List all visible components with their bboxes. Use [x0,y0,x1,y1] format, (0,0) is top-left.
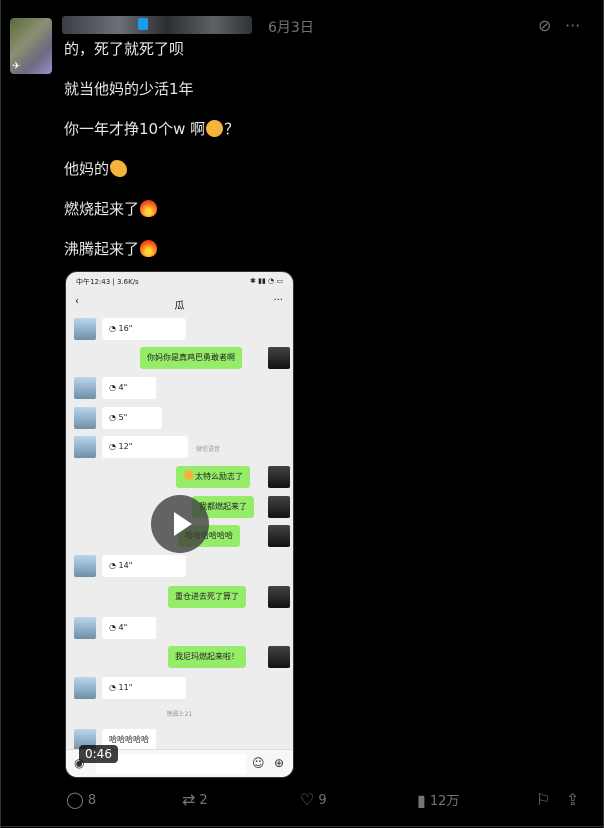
chat-timestamp: 晚晨3:21 [166,711,193,718]
post-line-6: 沸腾起来了 [64,238,158,259]
voice-message: ◔ 16" [102,318,186,340]
divider [0,826,604,827]
post-line-2: 就当他妈的少活1年 [64,80,194,98]
more-icon[interactable]: ··· [565,16,580,35]
action-bar: ◯ 8 ⇄ 2 ♡ 9 ▮ 12万 ⚐ ⇪ [0,790,604,814]
voice-note: 微信语音 [196,446,221,453]
plus-icon: ⊕ [274,756,285,770]
chat-header: ‹ 瓜 ··· [66,292,293,314]
chat-avatar [74,377,96,399]
emoji-button-icon: ☺ [252,756,265,770]
author-name-blurred[interactable] [62,16,252,34]
chat-avatar [268,466,290,488]
post-date[interactable]: 6月3日 [268,17,314,37]
voice-message: ◔ 11" [102,677,186,699]
emoji-icon [184,470,194,480]
video-duration: 0:46 [79,745,118,763]
voice-message: ◔ 12" [102,436,188,458]
share-button[interactable]: ⇪ [566,790,583,809]
chat-avatar [268,586,290,608]
reply-icon: ◯ [66,790,84,809]
chat-avatar [268,347,290,369]
chat-avatar [74,407,96,429]
chat-avatar [268,496,290,518]
chat-message: 你妈你是真鸡巴勇敢者啊 [140,347,242,369]
like-icon: ♡ [300,790,315,809]
chat-input-field [96,754,246,774]
phone-status-bar: 中午12:43 | 3.6K/s ✱ ▮▮ ◔ ▭ [76,277,283,286]
fire-icon [140,240,158,257]
post-line-5: 燃烧起来了 [64,198,158,219]
reply-button[interactable]: ◯ 8 [66,790,96,809]
chat-avatar [74,436,96,458]
grok-icon[interactable]: ⊘ [538,16,551,35]
like-button[interactable]: ♡ 9 [300,790,327,809]
views-icon: ▮ [417,791,426,810]
phone-status-icons: ✱ ▮▮ ◔ ▭ [250,277,283,285]
chat-avatar [74,318,96,340]
flexed-biceps-icon [110,160,128,177]
voice-message: ◔ 4" [102,617,156,639]
chat-avatar [74,555,96,577]
voice-message: ◔ 14" [102,555,186,577]
avatar-badge-icon: ✈ [12,61,21,72]
chat-avatar [268,646,290,668]
share-icon: ⇪ [566,790,580,809]
chat-title: 瓜 [174,301,185,312]
post-line-3: 你一年才挣10个w 啊？ [64,120,240,138]
voice-message: ◔ 4" [102,377,156,399]
post-line-1: 的，死了就死了呗 [64,40,185,58]
play-button[interactable] [151,495,209,553]
views-button[interactable]: ▮ 12万 [417,790,459,810]
avatar[interactable]: ✈ [10,18,52,74]
chat-more-icon: ··· [273,295,283,306]
chat-avatar [74,677,96,699]
bookmark-button[interactable]: ⚐ [536,790,554,809]
voice-message: ◔ 5" [102,407,162,429]
thinking-face-icon [206,120,224,137]
verified-icon [138,18,148,30]
chat-message: 我尼玛燃起来啦！ [168,646,246,668]
post-line-4: 他妈的 [64,158,128,179]
chat-avatar [268,525,290,547]
repost-button[interactable]: ⇄ 2 [182,790,208,809]
chat-avatar [74,617,96,639]
chat-message: 太特么励志了 [176,466,250,488]
bookmark-icon: ⚐ [536,790,551,809]
chat-message: 重仓进去死了算了 [168,586,246,608]
repost-icon: ⇄ [182,790,196,809]
fire-icon [140,200,158,217]
